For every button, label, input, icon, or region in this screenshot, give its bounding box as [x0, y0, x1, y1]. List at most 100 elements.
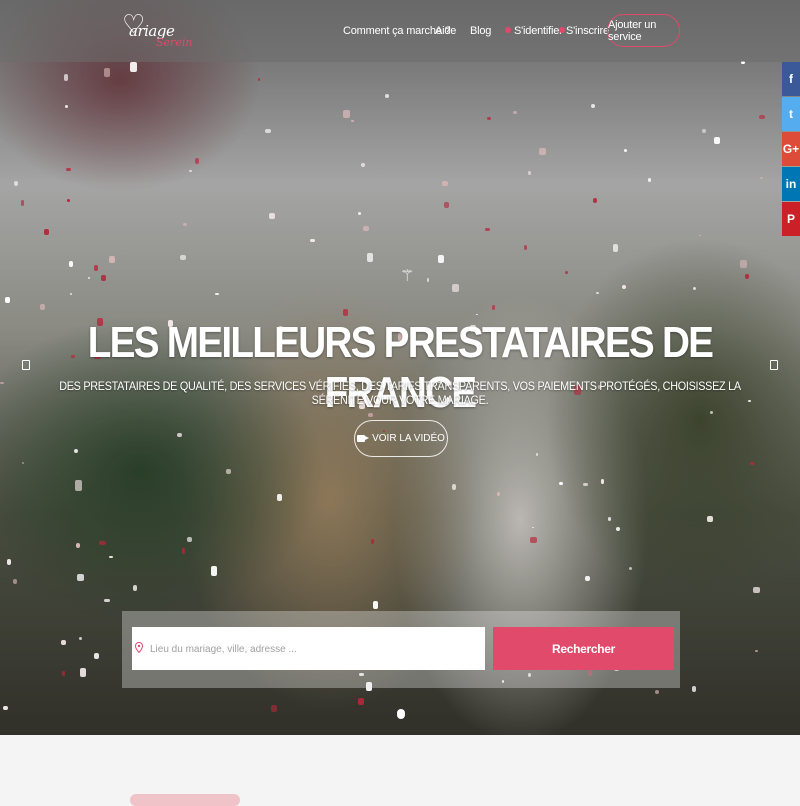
- confetti-piece: [182, 222, 187, 226]
- confetti-piece: [441, 180, 449, 187]
- confetti-piece: [194, 158, 200, 164]
- nav-help[interactable]: Aide: [435, 25, 456, 37]
- search-button[interactable]: Rechercher: [493, 627, 674, 670]
- confetti-piece: [760, 177, 763, 179]
- confetti-piece: [342, 308, 348, 316]
- confetti-piece: [179, 255, 186, 260]
- confetti-piece: [69, 292, 73, 295]
- confetti-piece: [691, 685, 696, 692]
- confetti-piece: [647, 177, 652, 182]
- confetti-piece: [187, 536, 193, 542]
- confetti-piece: [559, 481, 563, 486]
- confetti-piece: [76, 542, 80, 549]
- confetti-piece: [496, 492, 500, 497]
- confetti-piece: [44, 229, 49, 235]
- confetti-piece: [758, 114, 765, 119]
- confetti-piece: [612, 244, 619, 253]
- confetti-piece: [385, 94, 389, 99]
- slider-prev-arrow[interactable]: [22, 360, 30, 370]
- confetti-piece: [5, 297, 11, 303]
- confetti-piece: [524, 245, 527, 250]
- confetti-piece: [20, 200, 24, 206]
- location-pin-icon: [135, 642, 143, 653]
- confetti-piece: [73, 449, 78, 454]
- confetti-piece: [527, 171, 531, 175]
- confetti-piece: [6, 559, 11, 565]
- confetti-piece: [366, 252, 374, 262]
- watch-video-button[interactable]: VOIR LA VIDÉO: [354, 420, 448, 457]
- magic-wand-icon: ⚚: [400, 268, 415, 285]
- confetti-piece: [714, 137, 720, 145]
- nav-blog[interactable]: Blog: [470, 25, 491, 37]
- hero-banner: ⚚ LES MEILLEURS PRESTATAIRES DE FRANCE D…: [0, 0, 800, 735]
- confetti-piece: [621, 285, 626, 289]
- confetti-piece: [265, 129, 271, 134]
- confetti-piece: [565, 271, 568, 274]
- confetti-piece: [64, 105, 68, 108]
- confetti-piece: [535, 452, 538, 456]
- confetti-piece: [372, 601, 378, 609]
- confetti-piece: [452, 284, 459, 292]
- content-section: [0, 735, 800, 800]
- hero-subtitle: DES PRESTATAIRES DE QUALITÉ, DES SERVICE…: [59, 379, 741, 407]
- confetti-piece: [362, 225, 369, 231]
- confetti-piece: [66, 167, 71, 172]
- confetti-piece: [104, 68, 111, 77]
- confetti-piece: [310, 238, 316, 242]
- confetti-piece: [109, 256, 115, 263]
- add-service-button[interactable]: Ajouter un service: [607, 14, 680, 47]
- confetti-piece: [357, 698, 364, 705]
- confetti-piece: [740, 260, 747, 269]
- google-plus-icon[interactable]: G+: [782, 132, 800, 166]
- confetti-piece: [753, 587, 761, 593]
- confetti-piece: [40, 303, 45, 311]
- confetti-piece: [14, 180, 18, 187]
- confetti-piece: [486, 116, 491, 120]
- confetti-piece: [616, 527, 620, 532]
- location-search-input[interactable]: [150, 630, 480, 668]
- nav-signup[interactable]: S'inscrire: [566, 25, 609, 37]
- top-navigation-bar: ♡ ariage Serein Comment ça marche ? Aide…: [0, 0, 800, 62]
- confetti-piece: [582, 482, 588, 486]
- confetti-piece: [189, 169, 192, 172]
- nav-login[interactable]: S'identifier: [514, 25, 563, 37]
- confetti-piece: [77, 574, 84, 581]
- confetti-piece: [61, 640, 67, 646]
- confetti-piece: [181, 548, 186, 554]
- confetti-piece: [176, 433, 182, 437]
- confetti-piece: [444, 202, 450, 209]
- confetti-piece: [130, 61, 137, 72]
- video-camera-icon: [357, 435, 370, 442]
- confetti-piece: [351, 119, 354, 122]
- logo-subtext: Serein: [156, 36, 193, 49]
- confetti-piece: [78, 636, 83, 640]
- confetti-piece: [491, 304, 496, 310]
- confetti-piece: [623, 148, 627, 153]
- confetti-piece: [93, 265, 98, 272]
- confetti-piece: [99, 540, 106, 545]
- confetti-piece: [593, 197, 597, 203]
- pinterest-icon[interactable]: P: [782, 202, 800, 236]
- site-logo[interactable]: ♡ ariage Serein: [112, 8, 192, 52]
- twitter-icon[interactable]: t: [782, 97, 800, 131]
- confetti-piece: [343, 109, 351, 118]
- confetti-piece: [539, 148, 546, 156]
- login-user-icon: [505, 27, 511, 33]
- facebook-icon[interactable]: f: [782, 62, 800, 96]
- confetti-piece: [210, 565, 218, 576]
- linkedin-icon[interactable]: in: [782, 167, 800, 201]
- confetti-piece: [74, 480, 82, 492]
- confetti-piece: [600, 479, 604, 484]
- confetti-piece: [226, 468, 231, 474]
- confetti-piece: [104, 598, 110, 603]
- confetti-piece: [2, 705, 9, 711]
- confetti-piece: [270, 705, 277, 713]
- confetti-piece: [451, 483, 456, 490]
- signup-user-icon: [559, 27, 565, 33]
- slider-next-arrow[interactable]: [770, 360, 778, 370]
- scroll-down-indicator[interactable]: [397, 709, 405, 719]
- confetti-piece: [101, 274, 106, 281]
- confetti-piece: [79, 667, 87, 677]
- confetti-piece: [590, 104, 595, 108]
- confetti-piece: [530, 536, 537, 543]
